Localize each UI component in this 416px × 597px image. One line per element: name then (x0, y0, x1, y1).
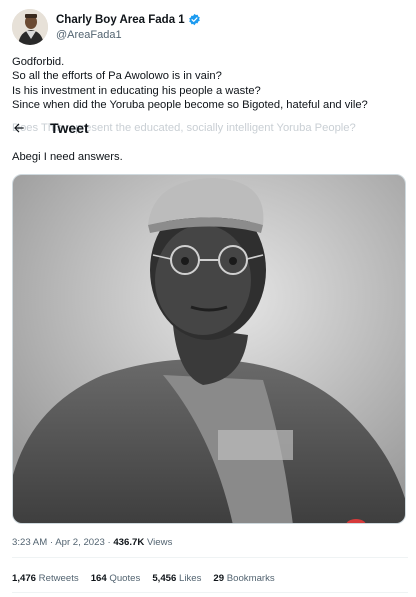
retweets-stat[interactable]: 1,476 Retweets (12, 573, 79, 584)
likes-label: Likes (176, 573, 202, 584)
tweet-author: Charly Boy Area Fada 1 @AreaFada1 (12, 9, 404, 45)
quotes-label: Quotes (106, 573, 141, 584)
likes-count: 5,456 (152, 573, 177, 584)
bookmarks-count: 29 (213, 573, 225, 584)
user-handle[interactable]: @AreaFada1 (56, 29, 201, 41)
page-title: Tweet (50, 120, 89, 136)
tweet-text-line: Since when did the Yoruba people become … (12, 98, 368, 111)
quotes-stat[interactable]: 164 Quotes (91, 573, 141, 584)
tweet-time[interactable]: 3:23 AM (12, 537, 47, 548)
tweet-text-line: Godforbid. (12, 56, 65, 68)
display-name[interactable]: Charly Boy Area Fada 1 (56, 14, 185, 26)
retweets-label: Retweets (36, 573, 79, 584)
meta-separator: · (47, 537, 56, 548)
tweet-date[interactable]: Apr 2, 2023 (55, 537, 105, 548)
divider (12, 592, 408, 593)
divider (12, 557, 408, 558)
tweet-text: Godforbid. So all the efforts of Pa Awol… (12, 55, 410, 112)
likes-stat[interactable]: 5,456 Likes (152, 573, 201, 584)
tweet-stats: 1,476 Retweets 164 Quotes 5,456 Likes 29… (12, 573, 287, 584)
tweet-page-header: Tweet (12, 117, 89, 139)
retweets-count: 1,476 (12, 573, 37, 584)
tweet-photo[interactable] (12, 174, 406, 524)
avatar[interactable] (12, 9, 48, 45)
verified-badge-icon (188, 13, 200, 26)
views-count: 436.7K (113, 537, 145, 548)
arrow-left-icon[interactable] (12, 121, 26, 135)
tweet-text-line: So all the efforts of Pa Awolowo is in v… (12, 70, 222, 83)
tweet-text-line: Abegi I need answers. (12, 151, 123, 163)
bookmarks-stat[interactable]: 29 Bookmarks (213, 573, 274, 584)
bookmarks-label: Bookmarks (224, 573, 275, 584)
quotes-count: 164 (90, 573, 107, 584)
views-label: Views (144, 537, 173, 548)
tweet-meta: 3:23 AM · Apr 2, 2023 · 436.7K Views (12, 537, 172, 548)
tweet-text-line: Is his investment in educating his peopl… (12, 84, 261, 97)
